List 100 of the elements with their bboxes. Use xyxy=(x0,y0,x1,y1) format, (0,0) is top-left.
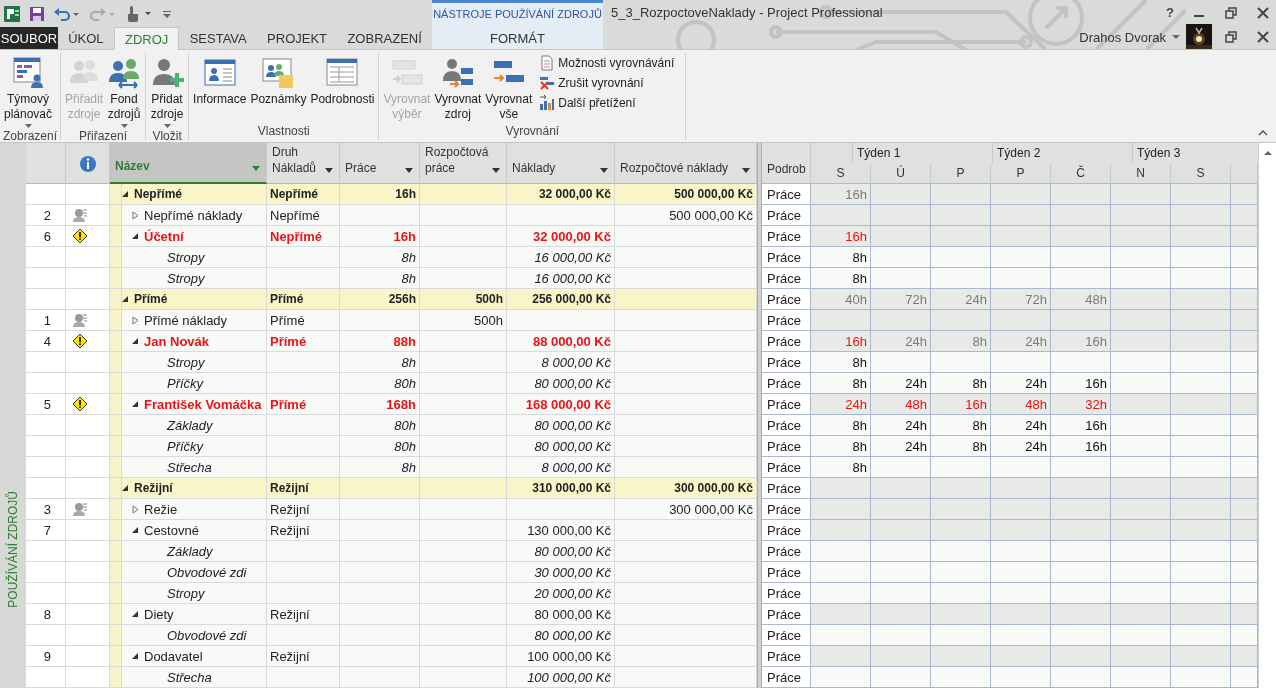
table-cell: Práce xyxy=(762,457,811,478)
table-cell xyxy=(931,226,991,247)
expand-triangle-icon[interactable] xyxy=(132,315,139,325)
table-cell xyxy=(1231,457,1258,478)
ribbon-tab[interactable]: ZOBRAZENÍ xyxy=(337,27,432,49)
table-cell: 80 000,00 Kč xyxy=(507,436,615,457)
table-cell: Práce xyxy=(762,667,811,688)
collapse-triangle-icon[interactable] xyxy=(122,484,129,492)
table-cell xyxy=(991,478,1051,499)
collapse-triangle-icon[interactable] xyxy=(132,400,139,408)
table-cell xyxy=(1051,205,1111,226)
ribbon-button[interactable]: Podrobnosti xyxy=(309,53,376,107)
collapse-triangle-icon[interactable] xyxy=(122,190,129,198)
collapse-triangle-icon[interactable] xyxy=(132,337,139,345)
table-cell xyxy=(1111,541,1171,562)
ribbon-tab[interactable]: ZDROJ xyxy=(113,27,180,50)
ribbon-tab[interactable]: SESTAVA xyxy=(179,27,257,49)
resource-name: Režie xyxy=(144,501,178,517)
table-cell xyxy=(931,646,991,667)
caret-icon[interactable] xyxy=(1172,34,1180,40)
restore-icon[interactable] xyxy=(1224,30,1238,44)
table-cell xyxy=(1111,289,1171,310)
person-icon xyxy=(72,208,88,222)
ribbon-button[interactable]: Poznámky xyxy=(249,53,308,107)
close-icon[interactable] xyxy=(1256,30,1270,44)
table-cell: 16h xyxy=(811,226,871,247)
ribbon-tab[interactable]: FORMÁT xyxy=(432,27,603,49)
resource-name: Stropy xyxy=(167,270,205,286)
table-cell: Práce xyxy=(762,310,811,331)
ribbon-button[interactable]: Další přetížení xyxy=(539,95,675,111)
undo-icon[interactable] xyxy=(53,5,81,22)
close-icon[interactable] xyxy=(1256,5,1270,20)
ribbon-button[interactable]: Vyrovnat zdroj xyxy=(433,53,483,122)
table-cell: 500h xyxy=(420,310,507,331)
collapse-triangle-icon[interactable] xyxy=(132,610,139,618)
group-label: Vložit xyxy=(151,129,183,143)
table-cell xyxy=(66,268,110,289)
ribbon-tab[interactable]: SOUBOR xyxy=(0,27,58,49)
table-cell: 8h xyxy=(811,373,871,394)
ribbon-button[interactable]: Fond zdrojů xyxy=(106,53,143,129)
collapse-triangle-icon[interactable] xyxy=(132,232,139,240)
save-icon[interactable] xyxy=(29,5,45,22)
ribbon-button[interactable]: Zrušit vyrovnání xyxy=(539,75,675,91)
table-cell xyxy=(991,520,1051,541)
table-cell: Práce xyxy=(762,562,811,583)
table-cell xyxy=(931,499,991,520)
pane-splitter[interactable] xyxy=(757,143,762,184)
app-logo-icon[interactable] xyxy=(3,4,21,23)
pane-splitter[interactable] xyxy=(757,667,762,688)
table-cell xyxy=(1111,394,1171,415)
ribbon-button[interactable]: Možnosti vyrovnávání xyxy=(539,55,675,71)
collapse-triangle-icon[interactable] xyxy=(132,652,139,660)
table-cell xyxy=(1111,520,1171,541)
table-cell: 310 000,00 Kč xyxy=(507,478,615,499)
table-cell xyxy=(871,646,931,667)
ribbon-tab[interactable]: ÚKOL xyxy=(58,27,114,49)
table-cell: 8 xyxy=(26,604,66,625)
user-name[interactable]: Drahos Dvorak xyxy=(1079,29,1166,45)
collapse-triangle-icon[interactable] xyxy=(132,526,139,534)
ribbon-button[interactable]: Přidat zdroje xyxy=(149,53,186,129)
table-cell xyxy=(931,604,991,625)
table-cell: 8h xyxy=(811,457,871,478)
redo-icon[interactable] xyxy=(89,5,117,22)
table-cell xyxy=(1111,205,1171,226)
table-cell: 168h xyxy=(340,394,420,415)
column-title: Rozpočtové náklady xyxy=(620,160,729,176)
table-cell: Režijní xyxy=(267,478,340,499)
ribbon-button[interactable]: Informace xyxy=(192,53,248,107)
table-cell xyxy=(1051,604,1111,625)
form-icon xyxy=(325,55,360,89)
caret-icon xyxy=(163,124,171,129)
resource-name: Střecha xyxy=(167,669,212,685)
table-cell xyxy=(1051,520,1111,541)
caret-icon xyxy=(742,168,750,173)
table-cell: Práce xyxy=(762,268,811,289)
table-cell xyxy=(1111,331,1171,352)
ribbon-tab[interactable]: PROJEKT xyxy=(256,27,338,49)
table-cell xyxy=(1171,583,1231,604)
table-cell: Práce xyxy=(762,394,811,415)
ribbon-button[interactable]: Týmový plánovač xyxy=(3,53,54,129)
resource-name: František Vomáčka xyxy=(144,396,262,412)
table-cell xyxy=(871,478,931,499)
scrollbar[interactable] xyxy=(1258,143,1276,688)
touch-mode-icon[interactable] xyxy=(125,4,153,23)
chevron-up-icon[interactable] xyxy=(1258,129,1268,136)
info-icon xyxy=(78,154,97,173)
collapse-triangle-icon[interactable] xyxy=(122,295,129,303)
table-cell: 500 000,00 Kč xyxy=(615,184,757,205)
view-label: POUŽÍVÁNÍ ZDROJŮ xyxy=(6,491,20,608)
expand-triangle-icon[interactable] xyxy=(132,210,139,220)
table-cell xyxy=(1111,457,1171,478)
expand-triangle-icon[interactable] xyxy=(132,504,139,514)
table-cell xyxy=(991,205,1051,226)
table-cell: 48h xyxy=(991,394,1051,415)
table-cell xyxy=(1171,352,1231,373)
table-cell: 16h xyxy=(811,331,871,352)
help-button[interactable]: ? xyxy=(1166,5,1174,20)
ribbon-button[interactable]: Vyrovnat vše xyxy=(484,53,534,122)
table-cell: 32 000,00 Kč xyxy=(507,184,615,205)
restore-icon[interactable] xyxy=(1224,5,1238,20)
